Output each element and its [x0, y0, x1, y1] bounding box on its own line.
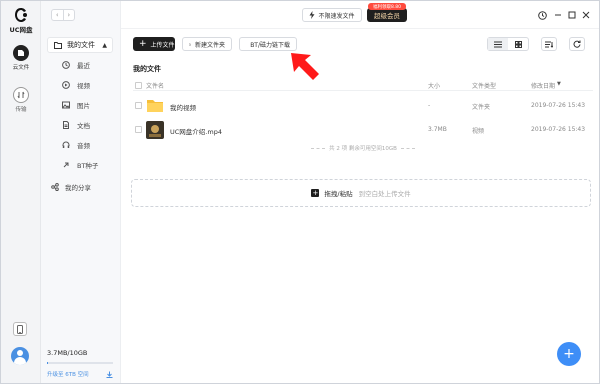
file-size: 3.7MB [428, 126, 447, 133]
rail-item-transfer[interactable]: 传输 [5, 87, 37, 113]
file-date: 2019-07-26 15:43 [531, 102, 586, 109]
file-type: 视频 [472, 128, 485, 135]
back-arrow-icon[interactable]: ‹ [52, 10, 63, 20]
nav-item-label: BT种子 [77, 162, 99, 170]
audio-icon [61, 141, 70, 150]
nav-item-audio[interactable]: 音频 [61, 138, 119, 152]
upload-button[interactable]: + 上传文件 [133, 37, 175, 51]
transfer-icon [13, 87, 29, 103]
minimize-icon[interactable] [553, 10, 563, 20]
upgrade-text: 升级至 6TB 空间 [47, 372, 89, 378]
upgrade-link[interactable]: 升级至 6TB 空间 [47, 370, 113, 378]
download-icon [106, 371, 113, 378]
nav-item-document[interactable]: 文档 [61, 118, 119, 132]
lightning-icon [309, 11, 315, 19]
column-date[interactable]: 修改日期 [531, 81, 555, 90]
view-toggle [487, 37, 529, 51]
rail-item-files[interactable]: 云文件 [5, 45, 37, 71]
row-checkbox[interactable] [135, 102, 142, 109]
add-fab-button[interactable]: + [557, 342, 581, 366]
clock-icon [61, 61, 70, 70]
plus-icon: + [139, 38, 147, 49]
dropzone-action: 拖拽/粘贴 [324, 190, 353, 198]
column-size[interactable]: 大小 [428, 81, 440, 90]
document-icon [61, 121, 70, 130]
storage-panel: 3.7MB/10GB 升级至 6TB 空间 [47, 349, 117, 378]
vip-button[interactable]: 超级会员 [367, 8, 407, 22]
row-checkbox[interactable] [135, 126, 142, 133]
nav-item-video[interactable]: 视频 [61, 78, 119, 92]
upload-dropzone[interactable]: + 拖拽/粘贴 到空白处上传文件 [131, 179, 591, 207]
storage-bar [47, 362, 113, 364]
refresh-icon [573, 40, 581, 48]
new-folder-label: 新建文件夹 [194, 41, 225, 49]
history-nav: ‹ › [51, 9, 75, 21]
maximize-icon[interactable] [567, 10, 577, 20]
grid-view-icon[interactable] [508, 38, 528, 50]
nav-item-label: 图片 [77, 102, 90, 110]
no-limit-send-button[interactable]: 不限速发文件 [302, 8, 362, 22]
nav-item-bt[interactable]: BT种子 [61, 158, 119, 172]
upload-label: 上传文件 [150, 41, 175, 49]
vip-promo-badge: 福利领取8.80 [368, 3, 406, 10]
storage-used: 3.7MB/10GB [47, 349, 88, 357]
sort-button[interactable] [541, 37, 557, 51]
nav-item-recent[interactable]: 最近 [61, 58, 119, 72]
file-summary: 共 2 项 剩余可用空间10GB [133, 144, 593, 152]
avatar[interactable] [11, 347, 29, 365]
app-name: UC网盘 [9, 26, 33, 34]
uc-logo-icon [15, 8, 27, 22]
forward-arrow-icon[interactable]: › [62, 10, 75, 20]
app-logo: UC网盘 [9, 7, 33, 34]
nav-my-files[interactable]: 我的文件 ▲ [47, 37, 113, 53]
nav-my-files-label: 我的文件 [67, 41, 95, 49]
refresh-button[interactable] [569, 37, 585, 51]
video-thumbnail [146, 121, 164, 139]
nav-my-share-label: 我的分享 [65, 184, 91, 192]
nav-item-label: 文档 [77, 122, 90, 130]
file-table-header: 文件名 大小 文件类型 修改日期 ▼ [133, 79, 593, 91]
share-icon [51, 183, 59, 191]
video-icon [61, 81, 70, 90]
dropzone-hint: 到空白处上传文件 [358, 190, 411, 198]
file-name: 我的视频 [170, 104, 196, 112]
column-name[interactable]: 文件名 [146, 81, 164, 90]
image-icon [61, 101, 70, 110]
torrent-icon [61, 161, 70, 170]
folder-icon [147, 100, 163, 112]
nav-my-share[interactable]: 我的分享 [51, 182, 91, 192]
no-limit-send-label: 不限速发文件 [318, 12, 355, 20]
file-name: UC网盘介绍.mp4 [170, 128, 222, 136]
folder-plus-icon [189, 43, 191, 45]
file-date: 2019-07-26 15:43 [531, 126, 586, 133]
select-all-checkbox[interactable] [135, 82, 142, 89]
app-rail: UC网盘 云文件 传输 [1, 1, 41, 383]
rail-transfer-label: 传输 [15, 107, 27, 113]
column-type[interactable]: 文件类型 [472, 81, 496, 90]
caret-up-icon: ▲ [102, 42, 107, 49]
list-view-icon[interactable] [488, 38, 508, 50]
table-row[interactable]: UC网盘介绍.mp4 3.7MB 视频 2019-07-26 15:43 [133, 117, 593, 143]
file-size: - [428, 102, 431, 109]
app-window: UC网盘 云文件 传输 ‹ › 我的文件 ▲ 最近 视频 图片 文档 音频 BT… [0, 0, 600, 384]
nav-item-label: 最近 [77, 62, 90, 70]
table-row[interactable]: 我的视频 - 文件夹 2019-07-26 15:43 [133, 93, 593, 119]
plus-icon: + [311, 189, 320, 197]
nav-item-label: 音频 [77, 142, 90, 150]
clock-settings-icon[interactable] [537, 10, 547, 20]
phone-icon[interactable] [13, 322, 27, 336]
file-type: 文件夹 [472, 104, 491, 111]
rail-files-label: 云文件 [12, 65, 30, 71]
files-icon [13, 45, 29, 61]
sort-desc-icon[interactable]: ▼ [557, 81, 561, 87]
nav-item-label: 视频 [77, 82, 90, 90]
nav-item-image[interactable]: 图片 [61, 98, 119, 112]
new-folder-button[interactable]: 新建文件夹 [182, 37, 232, 51]
breadcrumb[interactable]: 我的文件 [133, 64, 161, 74]
folder-outline-icon [54, 41, 62, 49]
close-icon[interactable] [581, 10, 591, 20]
plus-icon: + [563, 346, 575, 362]
sort-icon [545, 41, 553, 48]
